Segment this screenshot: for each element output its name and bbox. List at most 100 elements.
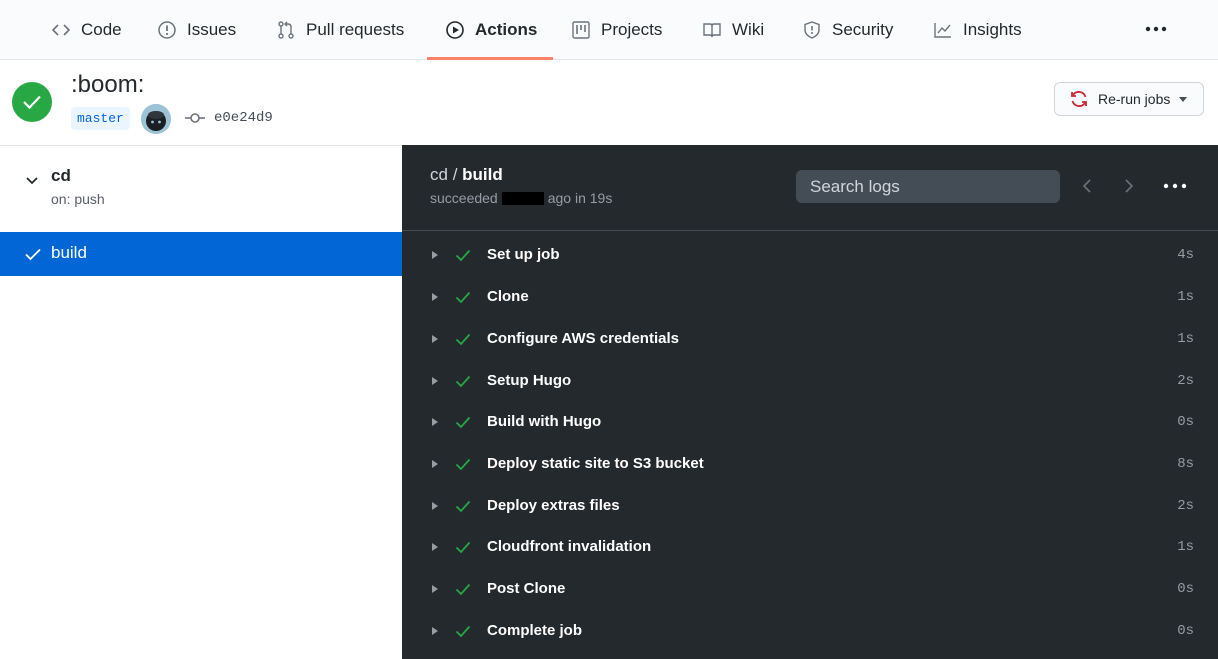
step-name: Deploy static site to S3 bucket bbox=[487, 455, 704, 472]
tab-pull-requests[interactable]: Pull requests bbox=[276, 0, 404, 59]
avatar[interactable] bbox=[141, 104, 171, 134]
step-duration: 0s bbox=[1177, 581, 1194, 597]
tab-label: Security bbox=[832, 19, 894, 39]
tab-label: Issues bbox=[187, 19, 237, 39]
step-duration: 1s bbox=[1177, 539, 1194, 555]
tab-wiki[interactable]: Wiki bbox=[702, 0, 764, 59]
chevron-right-icon bbox=[432, 377, 438, 385]
workflow-group[interactable]: cd on: push bbox=[0, 146, 402, 232]
step-name: Clone bbox=[487, 288, 529, 305]
chevron-right-icon bbox=[432, 627, 438, 635]
tab-issues[interactable]: Issues bbox=[157, 0, 236, 59]
check-icon bbox=[455, 500, 471, 513]
chevron-right-icon bbox=[432, 502, 438, 510]
chevron-right-icon bbox=[432, 418, 438, 426]
sidebar-job-build[interactable]: build bbox=[0, 232, 402, 276]
log-step[interactable]: Post Clone 0s bbox=[402, 568, 1218, 610]
step-duration: 2s bbox=[1177, 373, 1194, 389]
step-name: Complete job bbox=[487, 622, 583, 639]
job-log-panel: cd / build succeeded ago in 19s Set up j… bbox=[402, 145, 1218, 659]
tab-label: Pull requests bbox=[306, 19, 405, 39]
log-step[interactable]: Set up job 4s bbox=[402, 234, 1218, 276]
chevron-right-icon bbox=[432, 543, 438, 551]
tab-label: Wiki bbox=[732, 19, 765, 39]
check-icon bbox=[455, 583, 471, 596]
kebab-horizontal-icon[interactable] bbox=[1162, 177, 1188, 195]
breadcrumb-separator: / bbox=[447, 165, 463, 184]
nav-more-button[interactable] bbox=[1140, 18, 1172, 40]
check-icon bbox=[25, 248, 41, 261]
job-label: build bbox=[51, 243, 87, 262]
workflow-name: cd bbox=[51, 166, 71, 185]
run-title: :boom: bbox=[71, 71, 145, 98]
redacted-time bbox=[501, 191, 544, 205]
check-icon bbox=[455, 333, 471, 346]
book-icon bbox=[702, 20, 722, 40]
run-meta-duration: ago in 19s bbox=[547, 190, 613, 206]
log-step[interactable]: Deploy extras files 2s bbox=[402, 485, 1218, 527]
check-icon bbox=[455, 458, 471, 471]
check-icon bbox=[455, 625, 471, 638]
run-meta-status: succeeded bbox=[430, 190, 498, 206]
project-icon bbox=[571, 20, 591, 40]
log-step[interactable]: Build with Hugo 0s bbox=[402, 401, 1218, 443]
step-duration: 0s bbox=[1177, 414, 1194, 430]
branch-tag[interactable]: master bbox=[71, 107, 130, 130]
check-icon bbox=[455, 541, 471, 554]
log-step[interactable]: Clone 1s bbox=[402, 276, 1218, 318]
tab-projects[interactable]: Projects bbox=[571, 0, 662, 59]
search-logs-input[interactable] bbox=[796, 170, 1060, 203]
step-name: Deploy extras files bbox=[487, 497, 620, 514]
chevron-right-icon[interactable] bbox=[1119, 177, 1137, 195]
breadcrumb: cd / build bbox=[430, 165, 503, 185]
check-icon bbox=[455, 291, 471, 304]
log-step[interactable]: Setup Hugo 2s bbox=[402, 360, 1218, 402]
issue-opened-icon bbox=[157, 20, 177, 40]
repo-nav: Code Issues Pull requests Actions Projec… bbox=[0, 0, 1218, 60]
tab-label: Insights bbox=[963, 19, 1022, 39]
tab-label: Projects bbox=[601, 19, 663, 39]
tab-code[interactable]: Code bbox=[51, 0, 122, 59]
chevron-right-icon bbox=[432, 251, 438, 259]
step-duration: 1s bbox=[1177, 331, 1194, 347]
check-icon bbox=[455, 416, 471, 429]
breadcrumb-workflow: cd bbox=[430, 165, 448, 184]
kebab-horizontal-icon bbox=[1145, 26, 1167, 32]
run-header: :boom: master e0e24d9 Re-run jobs bbox=[0, 60, 1218, 145]
rerun-jobs-button[interactable]: Re-run jobs bbox=[1054, 82, 1204, 116]
play-icon bbox=[445, 20, 465, 40]
step-name: Build with Hugo bbox=[487, 413, 602, 430]
tab-label: Actions bbox=[475, 19, 538, 39]
chevron-down-icon bbox=[1179, 96, 1188, 102]
tab-security[interactable]: Security bbox=[802, 0, 893, 59]
git-pull-request-icon bbox=[276, 20, 296, 40]
log-step[interactable]: Complete job 0s bbox=[402, 610, 1218, 652]
tab-actions[interactable]: Actions bbox=[445, 0, 537, 59]
log-step[interactable]: Configure AWS credentials 1s bbox=[402, 318, 1218, 360]
step-name: Cloudfront invalidation bbox=[487, 538, 652, 555]
step-name: Configure AWS credentials bbox=[487, 330, 679, 347]
step-duration: 2s bbox=[1177, 498, 1194, 514]
chevron-right-icon bbox=[432, 585, 438, 593]
commit-sha-link[interactable]: e0e24d9 bbox=[214, 110, 273, 126]
code-icon bbox=[51, 20, 71, 40]
chevron-down-icon bbox=[26, 177, 38, 185]
tab-insights[interactable]: Insights bbox=[933, 0, 1022, 59]
log-step[interactable]: Cloudfront invalidation 1s bbox=[402, 526, 1218, 568]
chevron-right-icon bbox=[432, 460, 438, 468]
graph-icon bbox=[933, 20, 953, 40]
step-name: Setup Hugo bbox=[487, 372, 572, 389]
tab-label: Code bbox=[81, 19, 122, 39]
chevron-right-icon bbox=[432, 293, 438, 301]
step-duration: 1s bbox=[1177, 289, 1194, 305]
log-step[interactable]: Deploy static site to S3 bucket 8s bbox=[402, 443, 1218, 485]
step-duration: 0s bbox=[1177, 623, 1194, 639]
workflow-trigger: on: push bbox=[51, 191, 105, 207]
log-header: cd / build succeeded ago in 19s bbox=[402, 145, 1218, 231]
step-name: Set up job bbox=[487, 246, 560, 263]
rerun-jobs-label: Re-run jobs bbox=[1098, 91, 1171, 107]
run-status-success-icon bbox=[12, 82, 52, 122]
breadcrumb-job: build bbox=[462, 165, 503, 184]
step-name: Post Clone bbox=[487, 580, 566, 597]
chevron-left-icon[interactable] bbox=[1079, 177, 1097, 195]
